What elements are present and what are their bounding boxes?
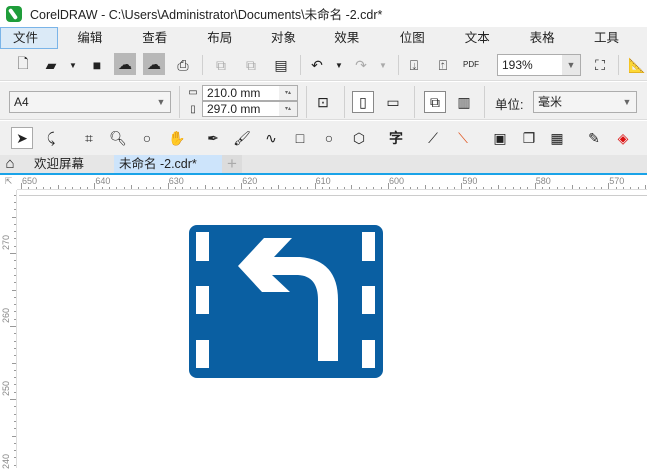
lane-sign-graphic[interactable] bbox=[0, 0, 647, 468]
sign-background bbox=[189, 225, 383, 378]
